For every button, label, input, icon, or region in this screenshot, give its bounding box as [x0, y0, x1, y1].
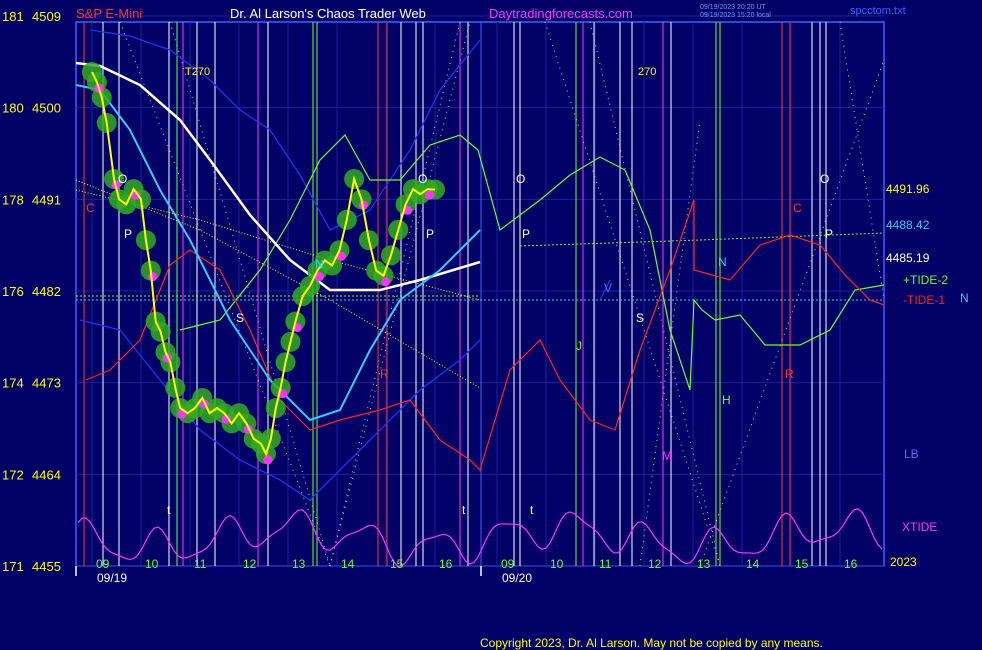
y-axis-prefix: 176 [2, 284, 24, 299]
x-tick-day2: 12 [648, 557, 662, 571]
tide-minus-line [85, 199, 885, 472]
y-axis-prefix: 174 [2, 376, 24, 391]
y-axis-price: 4464 [32, 467, 61, 482]
chart-letter: N [315, 257, 324, 271]
y-axis-prefix: 178 [2, 192, 24, 207]
y-axis-prefix: 171 [2, 559, 24, 574]
x-tick-day2: 10 [550, 557, 564, 571]
y-axis-prefix: 181 [2, 9, 24, 24]
y-axis-price: 4491 [32, 192, 61, 207]
plot-underlay: 181 4509 180 4500 178 4491 176 4482 174 4473 172 44… [2, 9, 885, 574]
x-tick-day1: 13 [292, 557, 306, 571]
date-label-day1: 09/19 [97, 571, 127, 585]
chart-letter: R [785, 367, 794, 381]
chart-letter: M [662, 449, 672, 463]
legend-xtide: XTIDE [902, 520, 937, 534]
chart-letter: t [530, 503, 534, 517]
y-axis-price: 4500 [32, 101, 61, 116]
price-low-dot [425, 190, 435, 200]
moving-average-cyan [75, 84, 481, 422]
y-axis-price: 4473 [32, 376, 61, 391]
x-tick-day1: 12 [243, 557, 257, 571]
chart-letter: V [604, 281, 612, 295]
price-low-dot [263, 455, 273, 465]
x-tick-day1: 11 [194, 557, 207, 571]
time-projection [639, 119, 701, 567]
x-tick-day2: 14 [746, 557, 760, 571]
chart-letter: t [462, 503, 466, 517]
x-tick-day2: 16 [844, 557, 858, 571]
author-title: Dr. Al Larson's Chaos Trader Web [230, 6, 426, 21]
x-tick-day1: 16 [439, 557, 453, 571]
chart-letter: H [722, 393, 731, 407]
chart-letter: C [793, 201, 802, 215]
y-axis-prefix: 172 [2, 467, 24, 482]
price-label-white: 4485.19 [886, 251, 930, 265]
time-projection [699, 59, 885, 567]
chart-letter: S [236, 311, 244, 325]
x-tick-day1: 15 [390, 557, 404, 571]
chart-letter: O [516, 172, 525, 186]
price-low-dot [148, 272, 158, 282]
chaos-chart: 181 4509 180 4500 178 4491 176 4482 174 4473 172 44… [2, 4, 969, 650]
x-tick-day1: 14 [341, 557, 355, 571]
chart-letter: S [636, 311, 644, 325]
chart-letter: O [118, 172, 127, 186]
time-projection [329, 21, 471, 567]
y-axis-price: 4482 [32, 284, 61, 299]
x-tick-day1: 09 [96, 557, 110, 571]
chart-letter: J [576, 339, 582, 353]
x-tick-day2: 15 [795, 557, 809, 571]
chart-letter: O [418, 172, 427, 186]
chart-letter: P [124, 227, 132, 241]
price-low-dot [381, 277, 391, 287]
update-time-local: 09/19/2023 15:20 local [700, 12, 771, 19]
y-axis-price: 4455 [32, 559, 61, 574]
chart-letter: P [825, 227, 833, 241]
chart-letter: C [86, 201, 95, 215]
copyright: Copyright 2023, Dr. Al Larson. May not b… [480, 636, 823, 650]
price-label-cyan: 4488.42 [886, 218, 930, 232]
x-tick-day2: 13 [697, 557, 711, 571]
chart-letter: t [167, 503, 171, 517]
y-axis-prefix: 180 [2, 101, 24, 116]
legend-lb: LB [904, 447, 919, 461]
chart-letter: P [426, 227, 434, 241]
x-tick-day2: 09 [501, 557, 515, 571]
date-label-day2: 09/20 [502, 571, 532, 585]
year-label: 2023 [890, 555, 917, 569]
instrument-title: S&P E-Mini [76, 6, 142, 21]
x-tick-day2: 11 [599, 557, 612, 571]
x-tick-day1: 10 [145, 557, 159, 571]
chart-letter: O [820, 172, 829, 186]
site-link[interactable]: Daytradingforecasts.com [489, 6, 633, 21]
chart-letter: P [522, 227, 530, 241]
chart-letter: N [718, 255, 727, 269]
file-name: spcctom.txt [850, 5, 906, 17]
chart-letter: R [380, 367, 389, 381]
legend-n: N [960, 291, 969, 305]
price-label-yellow: 4491.96 [886, 182, 930, 196]
cycle-marker-t270: T270 [185, 66, 210, 78]
time-projection [329, 21, 461, 567]
price-line [91, 71, 436, 457]
time-projection [839, 21, 885, 301]
legend-tide-minus: -TIDE-1 [903, 293, 945, 307]
y-axis-price: 4509 [32, 9, 61, 24]
legend-tide-plus: +TIDE-2 [903, 273, 948, 287]
cycle-marker-270: 270 [638, 66, 656, 78]
update-time-ut: 09/19/2023 20:20 UT [700, 4, 766, 11]
